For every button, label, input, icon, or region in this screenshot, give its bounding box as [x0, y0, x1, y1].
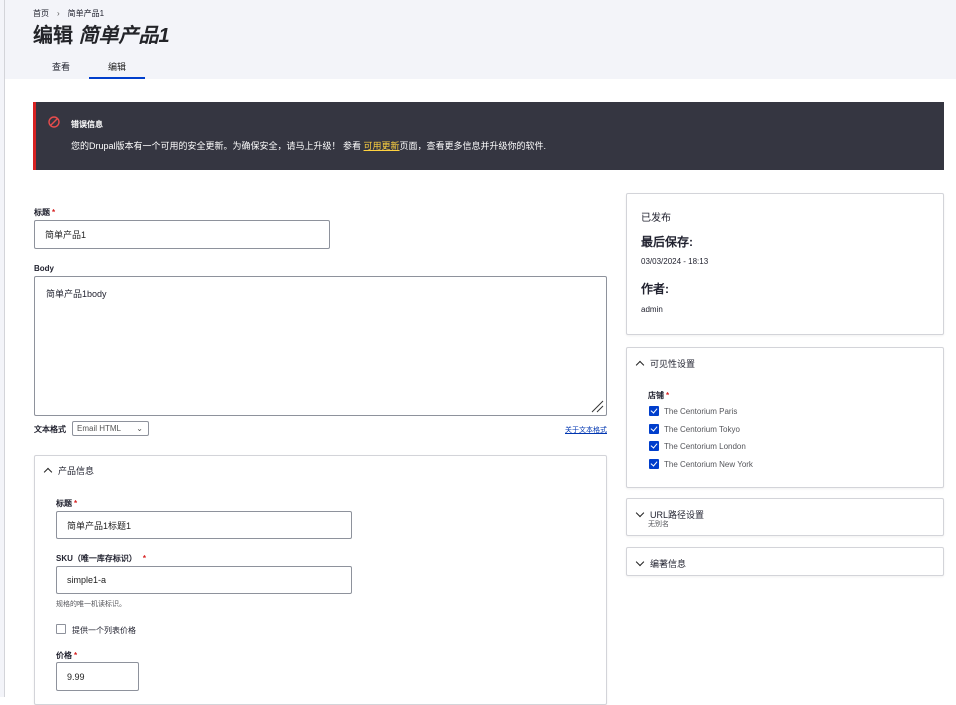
tab-edit-label: 编辑: [108, 62, 127, 72]
error-title: 错误信息: [71, 120, 103, 129]
url-settings-summary: 无别名: [648, 521, 669, 528]
body-textarea[interactable]: 简单产品1body: [34, 276, 607, 416]
stores-label: 店铺 *: [648, 390, 669, 401]
sku-label: SKU（唯一库存标识） *: [56, 553, 146, 564]
sku-description: 规格的唯一机读标识。: [56, 601, 126, 608]
store-checkbox-london[interactable]: [649, 441, 659, 451]
visibility-panel: 可见性设置 店铺 * The Centorium Paris The Centor…: [626, 347, 944, 488]
author-value: admin: [641, 305, 663, 314]
chevron-down-icon: [635, 557, 645, 567]
page-title-prefix: 编辑: [33, 25, 73, 47]
breadcrumb-home[interactable]: 首页: [33, 9, 49, 18]
store-checkbox-new-york[interactable]: [649, 459, 659, 469]
meta-panel: 已发布 最后保存: 03/03/2024 - 18:13 作者: admin: [626, 193, 944, 335]
text-format-label: 文本格式: [34, 425, 66, 434]
chevron-down-icon: [635, 508, 645, 518]
store-checkbox-paris[interactable]: [649, 406, 659, 416]
product-title-label: 标题 *: [56, 498, 77, 509]
list-price-label[interactable]: 提供一个列表价格: [72, 625, 136, 636]
store-label-paris[interactable]: The Centorium Paris: [664, 407, 737, 416]
breadcrumb: 首页 › 简单产品1: [33, 8, 104, 19]
chevron-up-icon: [635, 360, 645, 370]
body-label: Body: [34, 264, 54, 273]
sku-input[interactable]: simple1-a: [56, 566, 352, 594]
title-label: 标题 *: [34, 207, 55, 218]
required-marker: *: [142, 554, 147, 563]
title-label-text: 标题: [34, 208, 50, 217]
list-price-checkbox[interactable]: [56, 624, 66, 634]
required-marker: *: [666, 391, 670, 400]
left-edge-bar: [0, 0, 5, 697]
available-updates-link[interactable]: 可用更新: [364, 141, 400, 151]
error-message: 错误信息 您的Drupal版本有一个可用的安全更新。为确保安全，请马上升级！ 参…: [33, 102, 944, 170]
tabs: 查看 编辑: [33, 56, 146, 79]
price-input[interactable]: 9.99: [56, 662, 139, 691]
store-label-london[interactable]: The Centorium London: [664, 442, 746, 451]
url-settings-panel[interactable]: URL路径设置 无别名: [626, 498, 944, 536]
chevron-down-icon: ⌄: [136, 424, 143, 433]
sku-label-text: SKU（唯一库存标识）: [56, 554, 137, 563]
error-text-before: 您的Drupal版本有一个可用的安全更新。为确保安全，请马上升级！ 参看: [71, 141, 362, 151]
authoring-panel[interactable]: 编著信息: [626, 547, 944, 576]
error-text-after: 页面，查看更多信息并升级你的软件.: [399, 141, 547, 151]
store-checkbox-tokyo[interactable]: [649, 424, 659, 434]
author-label: 作者:: [641, 282, 669, 296]
breadcrumb-separator: ›: [57, 9, 60, 18]
text-format-value: Email HTML: [77, 424, 122, 433]
text-format-select[interactable]: Email HTML ⌄: [72, 421, 149, 436]
stores-label-text: 店铺: [648, 391, 664, 400]
resize-handle-icon[interactable]: [590, 399, 604, 413]
product-info-title: 产品信息: [58, 466, 95, 476]
product-title-label-text: 标题: [56, 499, 72, 508]
authoring-title: 编著信息: [650, 559, 687, 569]
breadcrumb-current: 简单产品1: [67, 9, 105, 18]
last-saved-label: 最后保存:: [641, 235, 693, 249]
product-title-input[interactable]: 简单产品1标题1: [56, 511, 352, 539]
chevron-up-icon: [43, 467, 53, 477]
tab-view[interactable]: 查看: [33, 56, 89, 79]
publish-status: 已发布: [641, 213, 671, 224]
page-title: 编辑 简单产品1: [33, 19, 170, 48]
tab-edit[interactable]: 编辑: [89, 56, 146, 79]
authoring-header[interactable]: 编著信息: [635, 557, 687, 570]
error-icon: [48, 116, 60, 128]
price-label: 价格 *: [56, 650, 77, 661]
title-input[interactable]: 简单产品1: [34, 220, 330, 249]
required-marker: *: [74, 499, 78, 508]
required-marker: *: [52, 208, 56, 217]
store-label-new-york[interactable]: The Centorium New York: [664, 460, 753, 469]
error-text: 您的Drupal版本有一个可用的安全更新。为确保安全，请马上升级！ 参看 可用更…: [71, 139, 546, 152]
last-saved-value: 03/03/2024 - 18:13: [641, 257, 709, 266]
store-label-tokyo[interactable]: The Centorium Tokyo: [664, 425, 740, 434]
visibility-title: 可见性设置: [650, 359, 696, 369]
about-text-formats-link[interactable]: 关于文本格式: [565, 425, 607, 435]
required-marker: *: [74, 651, 78, 660]
body-text: 简单产品1body: [46, 289, 107, 299]
product-info-header[interactable]: 产品信息: [43, 464, 95, 477]
product-info-panel: 产品信息 标题 * 简单产品1标题1 SKU（唯一库存标识） * simple1-a…: [34, 455, 607, 705]
price-label-text: 价格: [56, 651, 72, 660]
page-title-node-name: 简单产品1: [78, 25, 170, 47]
page-header: 首页 › 简单产品1 编辑 简单产品1 查看 编辑: [5, 0, 956, 79]
visibility-header[interactable]: 可见性设置: [635, 357, 696, 370]
